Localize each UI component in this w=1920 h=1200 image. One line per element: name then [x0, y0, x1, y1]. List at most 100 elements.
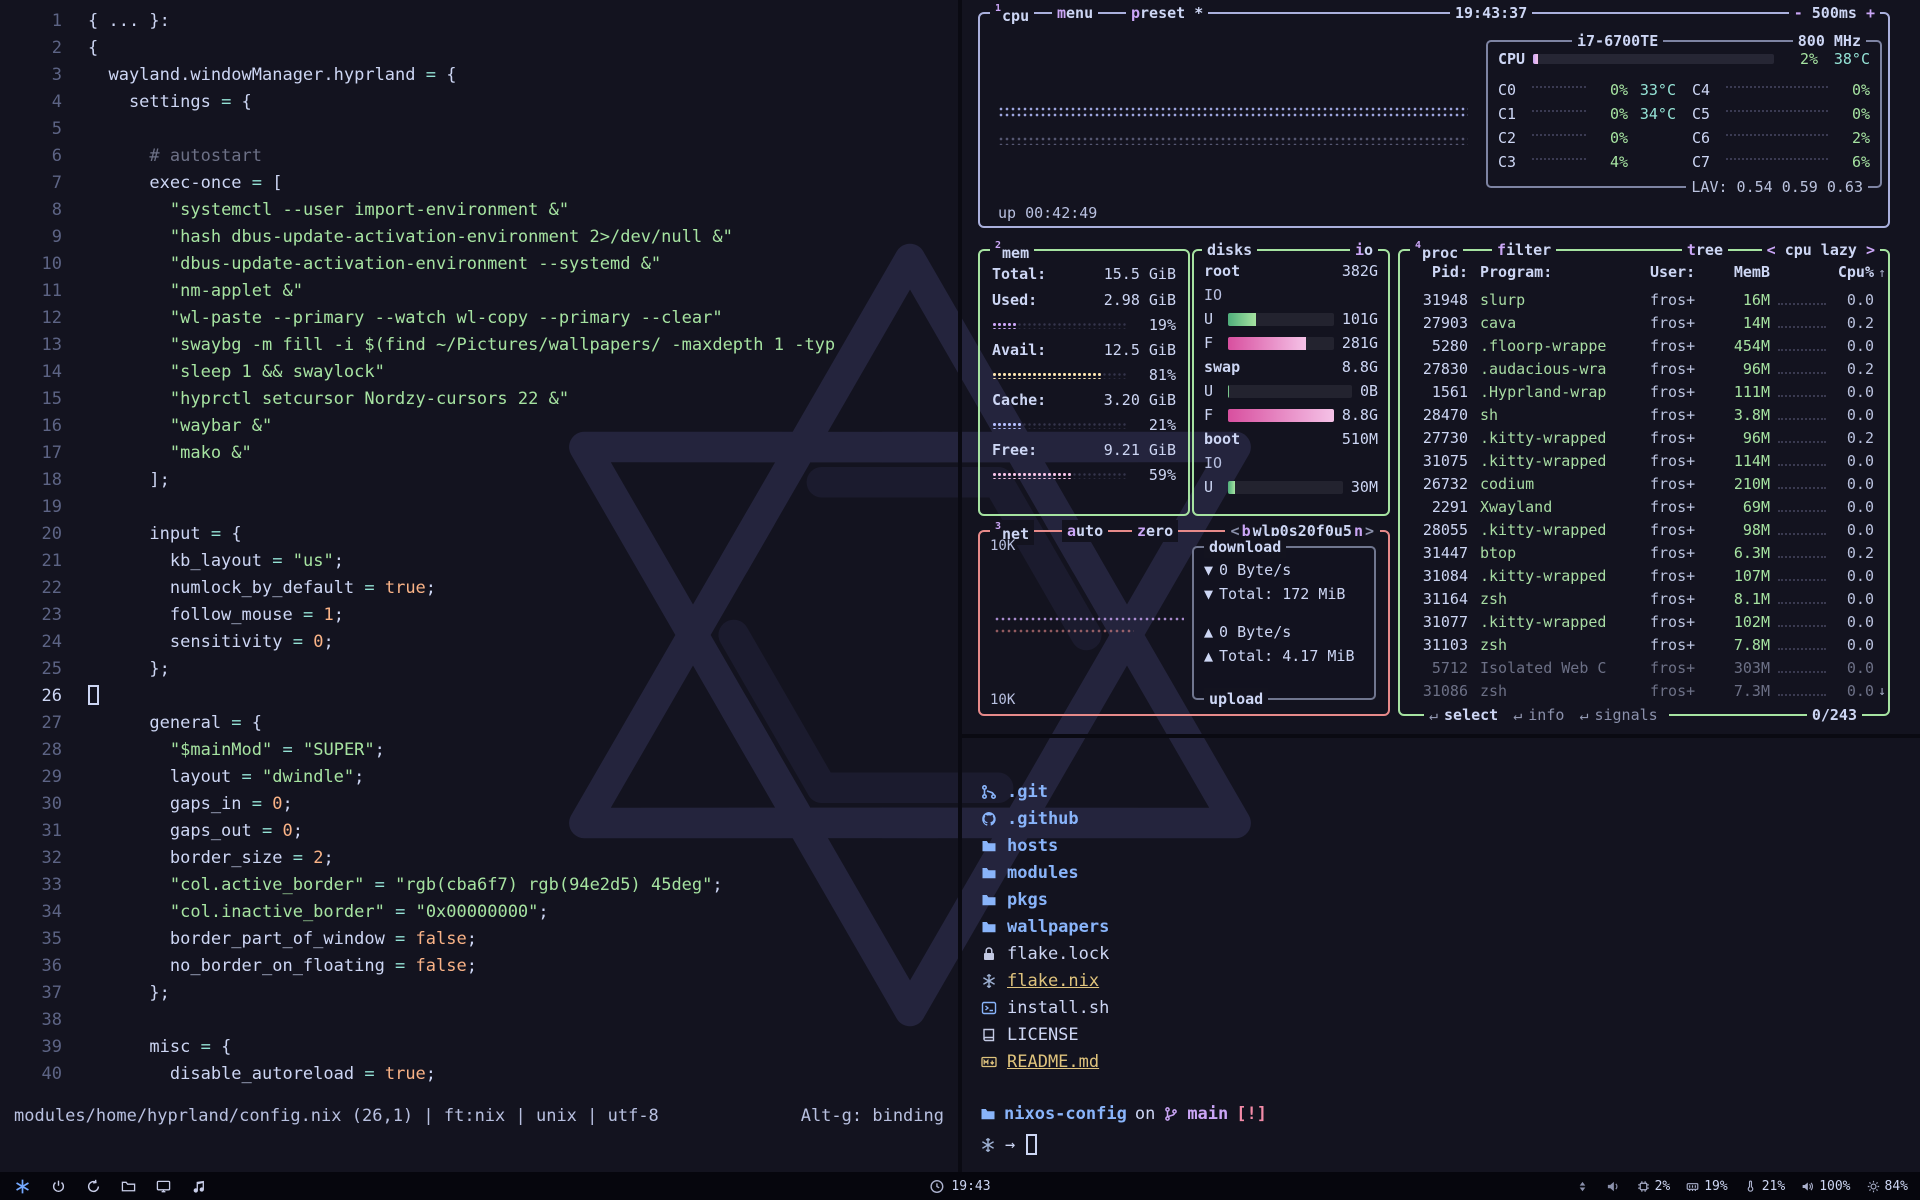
- editor-line[interactable]: 39 misc = {: [0, 1034, 958, 1061]
- signals-action[interactable]: signals: [1594, 706, 1657, 724]
- clock-module[interactable]: 19:43: [929, 1179, 990, 1194]
- editor-line[interactable]: 21 kb_layout = "us";: [0, 548, 958, 575]
- prompt-git-status: [!]: [1236, 1104, 1267, 1124]
- editor-line[interactable]: 7 exec-once = [: [0, 170, 958, 197]
- disk-used-bar: [1228, 481, 1343, 494]
- editor-line[interactable]: 1{ ... }:: [0, 8, 958, 35]
- editor-line[interactable]: 10 "dbus-update-activation-environment -…: [0, 251, 958, 278]
- editor-line[interactable]: 2{: [0, 35, 958, 62]
- line-number: 18: [0, 467, 62, 494]
- editor-line[interactable]: 28 "$mainMod" = "SUPER";: [0, 737, 958, 764]
- process-row[interactable]: 31948slurpfros+16M0.0: [1412, 289, 1874, 312]
- editor-line[interactable]: 15 "hyprctl setcursor Nordzy-cursors 22 …: [0, 386, 958, 413]
- updown-icon[interactable]: [1575, 1179, 1590, 1194]
- info-action[interactable]: info: [1528, 706, 1564, 724]
- editor-line[interactable]: 16 "waybar &": [0, 413, 958, 440]
- process-row[interactable]: 5280.floorp-wrappefros+454M0.0: [1412, 335, 1874, 358]
- editor-line[interactable]: 26: [0, 683, 958, 710]
- scroll-up-arrow[interactable]: ↑: [1878, 267, 1886, 280]
- process-row[interactable]: 5712Isolated Web Cfros+303M0.0: [1412, 657, 1874, 680]
- editor-line[interactable]: 6 # autostart: [0, 143, 958, 170]
- process-row[interactable]: 31164zshfros+8.1M0.0: [1412, 588, 1874, 611]
- process-row[interactable]: 31447btopfros+6.3M0.2: [1412, 542, 1874, 565]
- scroll-down-arrow[interactable]: ↓: [1878, 685, 1886, 698]
- editor-line[interactable]: 14 "sleep 1 && swaylock": [0, 359, 958, 386]
- editor-line[interactable]: 30 gaps_in = 0;: [0, 791, 958, 818]
- nix-logo-icon[interactable]: [14, 1178, 31, 1195]
- editor-line[interactable]: 24 sensitivity = 0;: [0, 629, 958, 656]
- editor-line[interactable]: 38: [0, 1007, 958, 1034]
- process-row[interactable]: 28055.kitty-wrappedfros+98M0.0: [1412, 519, 1874, 542]
- editor-line[interactable]: 37 };: [0, 980, 958, 1007]
- display-icon[interactable]: [156, 1179, 171, 1194]
- editor-line[interactable]: 9 "hash dbus-update-activation-environme…: [0, 224, 958, 251]
- line-number: 31: [0, 818, 62, 845]
- editor-line[interactable]: 19: [0, 494, 958, 521]
- waybar-module[interactable]: 19%: [1686, 1179, 1727, 1194]
- power-icon[interactable]: [51, 1179, 66, 1194]
- editor-line[interactable]: 11 "nm-applet &": [0, 278, 958, 305]
- select-action[interactable]: select: [1444, 706, 1498, 724]
- menu-button[interactable]: menu: [1052, 2, 1098, 24]
- process-row[interactable]: 28470shfros+3.8M0.0: [1412, 404, 1874, 427]
- editor-line[interactable]: 12 "wl-paste --primary --watch wl-copy -…: [0, 305, 958, 332]
- update-interval-control[interactable]: - 500ms +: [1789, 2, 1880, 24]
- music-icon[interactable]: [191, 1179, 206, 1194]
- preset-button[interactable]: preset *: [1126, 2, 1208, 24]
- process-row[interactable]: 27830.audacious-wrafros+96M0.2: [1412, 358, 1874, 381]
- net-auto-button[interactable]: auto: [1062, 520, 1108, 542]
- process-row[interactable]: 26732codiumfros+210M0.0: [1412, 473, 1874, 496]
- process-row[interactable]: 31103zshfros+7.8M0.0: [1412, 634, 1874, 657]
- process-row[interactable]: 2291Xwaylandfros+69M0.0: [1412, 496, 1874, 519]
- io-mode-button[interactable]: io: [1350, 239, 1378, 261]
- editor-line[interactable]: 31 gaps_out = 0;: [0, 818, 958, 845]
- editor-line[interactable]: 13 "swaybg -m fill -i $(find ~/Pictures/…: [0, 332, 958, 359]
- shell-input-line[interactable]: →: [980, 1134, 1037, 1155]
- editor-line[interactable]: 33 "col.active_border" = "rgb(cba6f7) rg…: [0, 872, 958, 899]
- editor-line[interactable]: 40 disable_autoreload = true;: [0, 1061, 958, 1088]
- sort-selector[interactable]: < cpu lazy >: [1762, 239, 1880, 261]
- net-zero-button[interactable]: zero: [1132, 520, 1178, 542]
- line-text: "col.inactive_border" = "0x00000000";: [88, 899, 549, 926]
- editor-line[interactable]: 36 no_border_on_floating = false;: [0, 953, 958, 980]
- code-area[interactable]: 1{ ... }:2{3 wayland.windowManager.hyprl…: [0, 8, 958, 1088]
- process-row[interactable]: 27730.kitty-wrappedfros+96M0.2: [1412, 427, 1874, 450]
- waybar-module[interactable]: 84%: [1867, 1179, 1908, 1194]
- editor-line[interactable]: 4 settings = {: [0, 89, 958, 116]
- editor-line[interactable]: 17 "mako &": [0, 440, 958, 467]
- editor-line[interactable]: 32 border_size = 2;: [0, 845, 958, 872]
- filter-button[interactable]: filter: [1492, 239, 1556, 261]
- cpu-total-bar: [1533, 54, 1774, 64]
- editor-line[interactable]: 25 };: [0, 656, 958, 683]
- editor-line[interactable]: 3 wayland.windowManager.hyprland = {: [0, 62, 958, 89]
- line-text: "$mainMod" = "SUPER";: [88, 737, 385, 764]
- process-row[interactable]: 31075.kitty-wrappedfros+114M0.0: [1412, 450, 1874, 473]
- file-row: flake.lock: [980, 940, 1109, 967]
- editor-line[interactable]: 34 "col.inactive_border" = "0x00000000";: [0, 899, 958, 926]
- waybar-module[interactable]: 21%: [1744, 1179, 1785, 1194]
- process-row[interactable]: 1561.Hyprland-wrapfros+111M0.0: [1412, 381, 1874, 404]
- line-text: "wl-paste --primary --watch wl-copy --pr…: [88, 305, 723, 332]
- waybar-left-modules: [0, 1178, 206, 1195]
- process-row[interactable]: 31077.kitty-wrappedfros+102M0.0: [1412, 611, 1874, 634]
- waybar-module[interactable]: 2%: [1637, 1179, 1671, 1194]
- reload-icon[interactable]: [86, 1179, 101, 1194]
- editor-line[interactable]: 22 numlock_by_default = true;: [0, 575, 958, 602]
- editor-line[interactable]: 8 "systemctl --user import-environment &…: [0, 197, 958, 224]
- tree-button[interactable]: tree: [1682, 239, 1728, 261]
- volume-tray-icon[interactable]: [1606, 1179, 1621, 1194]
- editor-line[interactable]: 5: [0, 116, 958, 143]
- process-row[interactable]: 31086zshfros+7.3M0.0: [1412, 680, 1874, 700]
- files-icon[interactable]: [121, 1179, 136, 1194]
- editor-line[interactable]: 29 layout = "dwindle";: [0, 764, 958, 791]
- process-row[interactable]: 31084.kitty-wrappedfros+107M0.0: [1412, 565, 1874, 588]
- editor-line[interactable]: 23 follow_mouse = 1;: [0, 602, 958, 629]
- editor-line[interactable]: 27 general = {: [0, 710, 958, 737]
- process-row[interactable]: 27903cavafros+14M0.2: [1412, 312, 1874, 335]
- waybar-module[interactable]: 100%: [1801, 1179, 1850, 1194]
- editor-line[interactable]: 20 input = {: [0, 521, 958, 548]
- editor-cursor: [88, 685, 99, 705]
- core-meter: C50%: [1692, 102, 1870, 126]
- editor-line[interactable]: 35 border_part_of_window = false;: [0, 926, 958, 953]
- editor-line[interactable]: 18 ];: [0, 467, 958, 494]
